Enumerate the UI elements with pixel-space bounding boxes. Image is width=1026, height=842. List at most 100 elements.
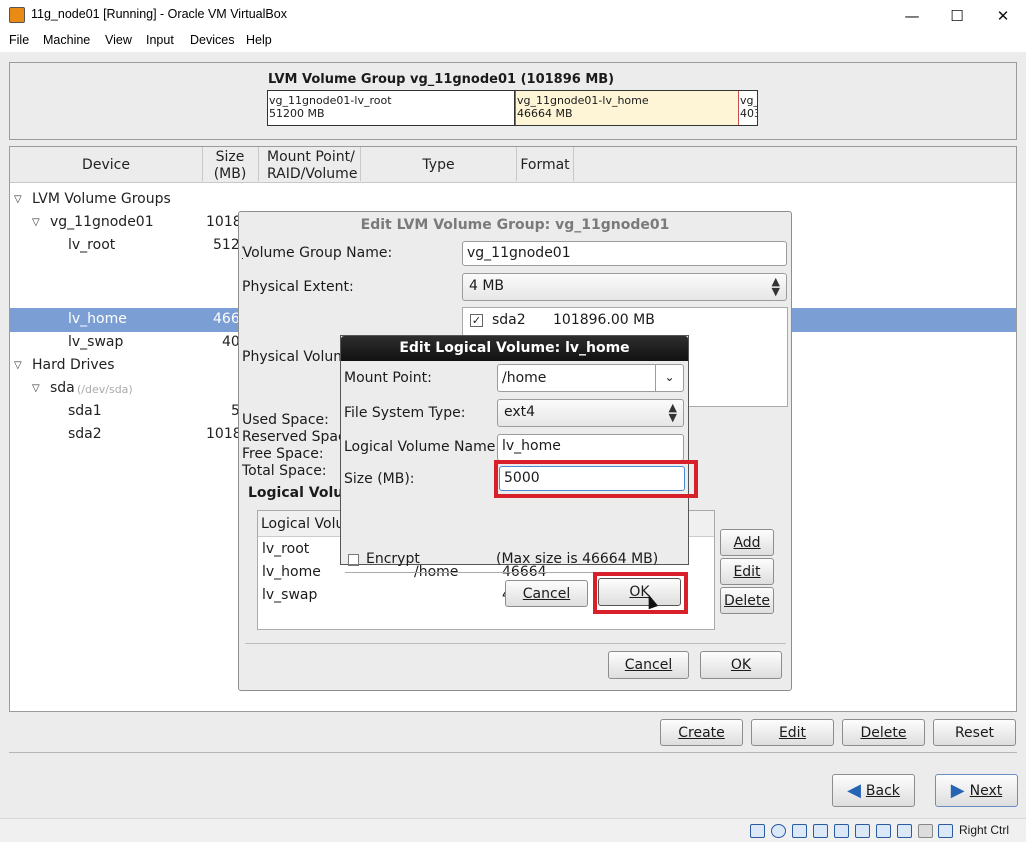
menu-input[interactable]: Input [146, 33, 174, 47]
lv-edit-button[interactable]: Edit [720, 558, 774, 585]
pv-item-size: 101896.00 MB [553, 312, 655, 328]
close-button[interactable]: ✕ [980, 0, 1026, 31]
size-input[interactable]: 5000 [499, 466, 685, 491]
tree-hard-drives[interactable]: Hard Drives [32, 357, 115, 373]
collapse-triangle-icon[interactable]: ▽ [14, 360, 22, 371]
delete-button[interactable]: Delete [842, 719, 925, 746]
tree-lv-swap[interactable]: lv_swap [68, 334, 123, 350]
vg-cancel-label: Cancel [624, 657, 673, 673]
free-space-label: Free Space: [242, 446, 324, 462]
vg-cancel-button[interactable]: Cancel [608, 651, 689, 679]
fs-type-select[interactable]: ext4 ▲ ▼ [497, 399, 684, 427]
minimize-button[interactable]: — [889, 0, 935, 31]
column-size-line1: Size [215, 149, 245, 165]
menu-view[interactable]: View [105, 33, 132, 47]
edit-vg-title: Edit LVM Volume Group: vg_11gnode01 [360, 217, 670, 233]
column-device[interactable]: Device [10, 157, 202, 173]
hard-disk-icon[interactable] [750, 824, 765, 838]
lvm-graph-panel: LVM Volume Group vg_11gnode01 (101896 MB… [9, 62, 1017, 140]
create-label: Create [678, 724, 725, 741]
pv-checkbox[interactable]: ✓ [470, 314, 483, 327]
lv-row-name[interactable]: lv_home [262, 564, 321, 580]
segment-size: 46664 MB [517, 107, 573, 120]
lv-col-name[interactable]: Logical Volu [261, 516, 344, 532]
reset-button[interactable]: Reset [933, 719, 1016, 746]
video-capture-icon[interactable] [897, 824, 912, 838]
tree-sda[interactable]: sda [50, 380, 75, 396]
maximize-button[interactable]: ☐ [934, 0, 980, 31]
delete-label: Delete [860, 724, 907, 741]
menu-file[interactable]: File [9, 33, 29, 47]
create-button[interactable]: Create [660, 719, 743, 746]
edit-label: Edit [778, 724, 807, 741]
lvm-segment-home[interactable]: vg_11gnode01-lv_home 46664 MB [515, 91, 739, 125]
lv-delete-button[interactable]: Delete [720, 587, 774, 614]
vg-name-input[interactable]: vg_11gnode01 [462, 241, 787, 266]
lv-row-name[interactable]: lv_swap [262, 587, 317, 603]
host-key-label: Right Ctrl [959, 823, 1010, 837]
vg-name-label-text: Volume Group Name: [242, 245, 393, 261]
total-space-label: Total Space: [242, 463, 327, 479]
column-size[interactable]: Size (MB) [203, 149, 257, 183]
next-arrow-icon: ▶ [950, 780, 965, 801]
lv-name-input[interactable]: lv_home [497, 434, 684, 461]
tree-lv-root-size: 512 [213, 237, 240, 253]
reserved-space-label: Reserved Space [242, 429, 355, 445]
column-format[interactable]: Format [517, 157, 573, 173]
extent-select-value: 4 MB [469, 278, 505, 294]
column-mount[interactable]: Mount Point/ RAID/Volume [267, 149, 362, 183]
chevron-down-icon[interactable]: ⌄ [655, 365, 683, 391]
lv-edit-label: Edit [733, 563, 761, 580]
column-type[interactable]: Type [361, 157, 516, 173]
vg-ok-label: OK [730, 657, 752, 673]
optical-drive-icon[interactable] [771, 824, 786, 838]
edit-button[interactable]: Edit [751, 719, 834, 746]
tree-lvm-groups[interactable]: LVM Volume Groups [32, 191, 171, 207]
spinner-arrows-icon: ▲ ▼ [668, 401, 677, 424]
encrypt-checkbox-box[interactable] [348, 554, 359, 565]
menu-help[interactable]: Help [246, 33, 272, 47]
segment-name: vg_11gnode01-lv_home [517, 94, 649, 107]
tree-sda2[interactable]: sda2 [68, 426, 102, 442]
lv-add-button[interactable]: Add [720, 529, 774, 556]
mount-point-combo[interactable]: /home ⌄ [497, 364, 684, 392]
vbox-status-bar: Right Ctrl [0, 818, 1026, 842]
vg-ok-button[interactable]: OK [700, 651, 782, 679]
lvm-segment-swap[interactable]: vg_ 403 [739, 91, 757, 125]
next-label: Next [969, 782, 1003, 799]
table-header: Device Size (MB) Mount Point/ RAID/Volum… [10, 147, 1016, 183]
collapse-triangle-icon[interactable]: ▽ [32, 383, 40, 394]
audio-icon[interactable] [792, 824, 807, 838]
size-label: Size (MB): [344, 471, 415, 487]
collapse-triangle-icon[interactable]: ▽ [14, 194, 22, 205]
tree-lv-home[interactable]: lv_home [68, 311, 127, 327]
lvm-segment-root[interactable]: vg_11gnode01-lv_root 51200 MB [268, 91, 515, 125]
extent-label: Physical Extent: [242, 279, 354, 295]
lv-row-name[interactable]: lv_root [262, 541, 309, 557]
tree-vg-size: 1018 [206, 214, 242, 230]
encrypt-label: Encrypt [366, 551, 420, 567]
cpu-icon[interactable] [918, 824, 933, 838]
back-button[interactable]: ◀ Back [832, 774, 915, 807]
lv-name-label: Logical Volume Name: [344, 439, 501, 455]
lv-ok-button[interactable]: OK [598, 578, 681, 606]
network-icon[interactable] [813, 824, 828, 838]
tree-vg[interactable]: vg_11gnode01 [50, 214, 154, 230]
used-space-label: Used Space: [242, 412, 329, 428]
next-button[interactable]: ▶ Next [935, 774, 1018, 807]
display-icon[interactable] [876, 824, 891, 838]
collapse-triangle-icon[interactable]: ▽ [32, 217, 40, 228]
lv-cancel-label: Cancel [522, 585, 571, 602]
extent-select[interactable]: 4 MB ▲ ▼ [462, 273, 787, 301]
tree-sda1[interactable]: sda1 [68, 403, 102, 419]
tree-lv-root[interactable]: lv_root [68, 237, 115, 253]
mouse-integration-icon[interactable] [938, 824, 953, 838]
usb-icon[interactable] [834, 824, 849, 838]
menu-devices[interactable]: Devices [190, 33, 234, 47]
column-mount-line1: Mount Point/ [267, 149, 355, 165]
spinner-arrows-icon: ▲ ▼ [771, 275, 780, 298]
menu-machine[interactable]: Machine [43, 33, 90, 47]
lv-delete-label: Delete [724, 592, 770, 609]
shared-folders-icon[interactable] [855, 824, 870, 838]
lv-cancel-button[interactable]: Cancel [505, 580, 588, 607]
